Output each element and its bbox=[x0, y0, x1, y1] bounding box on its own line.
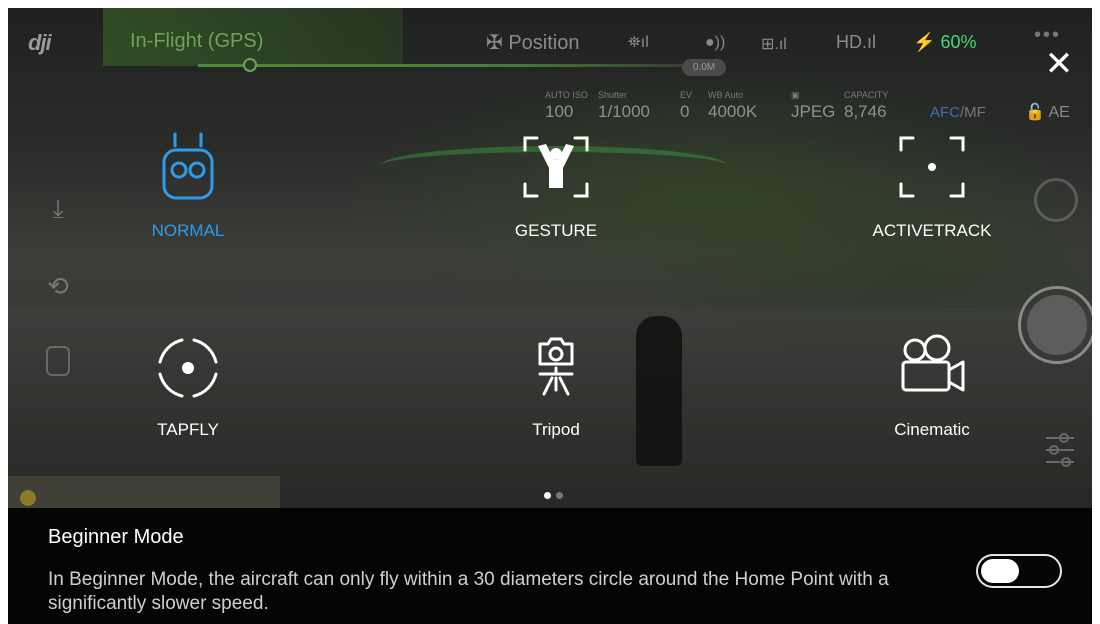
beginner-mode-toggle[interactable] bbox=[976, 554, 1062, 588]
page-dot-active[interactable] bbox=[544, 492, 551, 499]
mode-label: Tripod bbox=[532, 420, 580, 439]
focus-mode-toggle[interactable]: AFC/MF bbox=[930, 104, 986, 121]
mode-label: NORMAL bbox=[151, 221, 225, 240]
auto-takeoff-icon[interactable]: ⤓ bbox=[38, 188, 78, 228]
format-value: JPEG bbox=[791, 102, 836, 121]
lock-icon: 🔓 bbox=[1025, 104, 1045, 121]
camera-settings-icon[interactable] bbox=[1042, 430, 1078, 472]
page-indicator bbox=[542, 490, 572, 500]
iso-value: 100 bbox=[545, 102, 574, 121]
ae-lock-toggle[interactable]: 🔓 AE bbox=[1025, 102, 1070, 122]
capacity-label: CAPACITY bbox=[844, 90, 889, 100]
close-icon[interactable]: ✕ bbox=[1041, 46, 1077, 82]
ev-readout[interactable]: EV 0 bbox=[680, 90, 692, 122]
top-status-bar: dji In-Flight (GPS) 0.0M ✠ Position ⛯ıl … bbox=[8, 8, 1092, 76]
more-options-icon[interactable]: ••• bbox=[1034, 24, 1061, 47]
format-readout[interactable]: ▣ JPEG bbox=[791, 90, 835, 122]
mode-label: TAPFLY bbox=[157, 420, 219, 439]
flight-mode-label: Position bbox=[508, 32, 580, 54]
beginner-mode-panel: Beginner Mode In Beginner Mode, the airc… bbox=[8, 508, 1092, 624]
mode-normal[interactable]: NORMAL bbox=[98, 128, 278, 248]
movie-camera-icon bbox=[901, 334, 965, 392]
sd-card-icon: ▣ bbox=[791, 90, 800, 100]
obstacle-sensing-icon[interactable]: ●)) bbox=[705, 34, 725, 52]
beginner-mode-title: Beginner Mode bbox=[48, 526, 184, 548]
camera-tripod-icon bbox=[538, 337, 574, 396]
battery-icon: ⚡ bbox=[913, 32, 936, 52]
aircraft-location-marker bbox=[20, 490, 36, 506]
drone-icon: ✠ bbox=[486, 32, 503, 54]
dji-flight-screen: dji In-Flight (GPS) 0.0M ✠ Position ⛯ıl … bbox=[8, 8, 1092, 624]
dji-logo[interactable]: dji bbox=[28, 30, 52, 56]
battery-indicator[interactable]: ⚡ 60% bbox=[913, 32, 976, 53]
mode-label: GESTURE bbox=[514, 221, 598, 240]
page-dot[interactable] bbox=[556, 492, 563, 499]
flight-status-label[interactable]: In-Flight (GPS) bbox=[130, 30, 263, 53]
beginner-mode-description: In Beginner Mode, the aircraft can only … bbox=[48, 569, 889, 614]
shutter-value: 1/1000 bbox=[598, 102, 650, 121]
remote-controller-icon bbox=[162, 132, 214, 200]
mode-tapfly[interactable]: TAPFLY bbox=[98, 326, 278, 446]
flight-mode-indicator[interactable]: ✠ Position bbox=[486, 30, 579, 55]
distance-track bbox=[198, 64, 718, 67]
mode-label: ACTIVETRACK bbox=[872, 221, 992, 240]
ev-value: 0 bbox=[680, 102, 690, 121]
hd-signal-indicator[interactable]: HD.ıl bbox=[836, 32, 876, 53]
hd-label: HD bbox=[836, 32, 862, 52]
shutter-button-inner bbox=[1027, 295, 1087, 355]
shutter-button[interactable] bbox=[1018, 286, 1092, 364]
gesture-person-icon bbox=[523, 136, 589, 198]
mode-cinematic[interactable]: Cinematic bbox=[842, 326, 1022, 446]
mode-label: Cinematic bbox=[894, 420, 970, 439]
mode-activetrack[interactable]: ACTIVETRACK bbox=[842, 128, 1022, 248]
activetrack-frame-icon bbox=[899, 136, 965, 198]
distance-knob bbox=[243, 58, 257, 72]
distance-badge: 0.0M bbox=[682, 59, 726, 76]
capacity-value: 8,746 bbox=[844, 102, 887, 121]
battery-percent: 60% bbox=[940, 32, 977, 52]
camera-switch-icon[interactable] bbox=[1034, 178, 1078, 222]
ae-lock-label: AE bbox=[1048, 104, 1070, 121]
gps-signal-icon[interactable]: ⛯ıl bbox=[628, 34, 649, 52]
intelligent-flight-icon[interactable] bbox=[38, 340, 78, 380]
shutter-readout[interactable]: Shutter 1/1000 bbox=[598, 90, 650, 122]
focus-mode-afc: AFC bbox=[930, 104, 960, 121]
tapfly-target-icon bbox=[158, 338, 218, 398]
wb-value: 4000K bbox=[708, 102, 758, 121]
capacity-readout[interactable]: CAPACITY 8,746 bbox=[844, 90, 888, 122]
wb-label: WB Auto bbox=[708, 90, 744, 100]
mode-tripod[interactable]: Tripod bbox=[466, 326, 646, 446]
mode-gesture[interactable]: GESTURE bbox=[466, 128, 646, 248]
focus-mode-mf: /MF bbox=[960, 104, 986, 121]
iso-label: AUTO ISO bbox=[545, 90, 588, 100]
iso-readout[interactable]: AUTO ISO 100 bbox=[545, 90, 588, 122]
rc-signal-icon[interactable]: ⊞.ıl bbox=[761, 34, 787, 54]
return-home-icon[interactable]: ⟲ bbox=[38, 266, 78, 306]
shutter-label: Shutter bbox=[598, 90, 628, 100]
ev-label: EV bbox=[680, 90, 693, 100]
toggle-knob bbox=[981, 559, 1019, 583]
wb-readout[interactable]: WB Auto 4000K bbox=[708, 90, 757, 122]
